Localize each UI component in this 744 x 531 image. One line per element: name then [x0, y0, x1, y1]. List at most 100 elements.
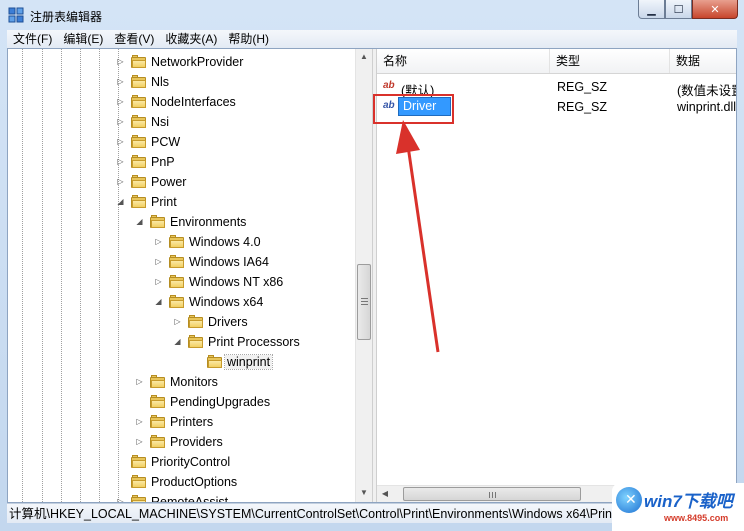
tree-item-label: Printers	[170, 415, 214, 429]
tree-item[interactable]: ▷ Monitors	[8, 372, 358, 392]
expanded-arrow-icon[interactable]: ◢	[173, 337, 182, 346]
expanded-arrow-icon[interactable]: ◢	[135, 217, 144, 226]
tree-item[interactable]: ▷ PnP	[8, 152, 358, 172]
collapsed-arrow-icon[interactable]: ▷	[173, 317, 182, 326]
folder-icon	[169, 295, 184, 308]
tree-item-label: NetworkProvider	[151, 55, 244, 69]
scroll-left-arrow-icon[interactable]: ◀	[377, 486, 393, 502]
tree-item[interactable]: ▷ Nls	[8, 72, 358, 92]
scroll-down-arrow-icon[interactable]: ▼	[356, 485, 372, 501]
tree-item-label: ProductOptions	[151, 475, 238, 489]
maximize-button[interactable]: ☐	[665, 0, 692, 19]
tree-item[interactable]: ◢ Print	[8, 192, 358, 212]
folder-icon	[150, 435, 165, 448]
tree-item-label: Nsi	[151, 115, 170, 129]
tree-item[interactable]: ▷ RemoteAssist	[8, 492, 358, 502]
folder-icon	[131, 55, 146, 68]
collapsed-arrow-icon[interactable]: ▷	[154, 257, 163, 266]
collapsed-arrow-icon[interactable]: ▷	[116, 177, 125, 186]
collapsed-arrow-icon[interactable]: ▷	[116, 77, 125, 86]
tree-item[interactable]: ▷ Windows IA64	[8, 252, 358, 272]
window-controls: ▁ ☐ ✕	[638, 0, 738, 20]
folder-icon	[131, 495, 146, 502]
collapsed-arrow-icon[interactable]: ▷	[116, 57, 125, 66]
minimize-button[interactable]: ▁	[638, 0, 665, 19]
watermark-logo-icon: ✕	[616, 487, 642, 513]
folder-icon	[131, 75, 146, 88]
menu-edit[interactable]: 编辑(E)	[57, 30, 108, 48]
list-header: 名称 类型 数据	[377, 49, 736, 74]
scroll-grip	[361, 301, 368, 302]
tree-item[interactable]: ◢ Windows x64	[8, 292, 358, 312]
folder-icon	[150, 395, 165, 408]
expanded-arrow-icon[interactable]: ◢	[116, 197, 125, 206]
window-title: 注册表编辑器	[30, 10, 103, 24]
column-header-data[interactable]: 数据	[670, 49, 736, 73]
tree-item[interactable]: ◢ Environments	[8, 212, 358, 232]
tree-item[interactable]: PriorityControl	[8, 452, 358, 472]
folder-icon	[169, 235, 184, 248]
client-area: ▷ NetworkProvider ▷ Nls ▷ NodeInterfaces ▷ Nsi ▷…	[7, 48, 737, 503]
tree-item[interactable]: ▷ Windows 4.0	[8, 232, 358, 252]
close-icon: ✕	[710, 3, 720, 16]
scroll-grip	[489, 492, 490, 498]
column-header-type[interactable]: 类型	[550, 49, 670, 73]
scroll-grip	[361, 298, 368, 299]
column-header-name[interactable]: 名称	[377, 49, 550, 73]
tree-item[interactable]: ▷ NodeInterfaces	[8, 92, 358, 112]
list-scroll-thumb[interactable]	[403, 487, 581, 501]
menu-view[interactable]: 查看(V)	[108, 30, 159, 48]
tree-item-label: Print	[151, 195, 177, 209]
collapsed-arrow-icon[interactable]: ▷	[116, 137, 125, 146]
registry-key-tree[interactable]: ▷ NetworkProvider ▷ Nls ▷ NodeInterfaces ▷ Nsi ▷…	[8, 49, 372, 502]
menu-bar: 文件(F) 编辑(E) 查看(V) 收藏夹(A) 帮助(H)	[7, 30, 737, 48]
folder-icon	[131, 455, 146, 468]
collapsed-arrow-icon[interactable]: ▷	[135, 437, 144, 446]
close-button[interactable]: ✕	[692, 0, 738, 19]
registry-editor-app-icon	[8, 7, 24, 23]
scroll-grip	[495, 492, 496, 498]
tree-item[interactable]: ▷ Power	[8, 172, 358, 192]
tree-item[interactable]: PendingUpgrades	[8, 392, 358, 412]
site-watermark: ✕ win7下载吧 www.8495.com	[612, 483, 744, 531]
scroll-up-arrow-icon[interactable]: ▲	[356, 49, 372, 65]
tree-item[interactable]: ▷ Printers	[8, 412, 358, 432]
collapsed-arrow-icon[interactable]: ▷	[116, 157, 125, 166]
tree-item[interactable]: ◢ Print Processors	[8, 332, 358, 352]
collapsed-arrow-icon[interactable]: ▷	[154, 237, 163, 246]
tree-item[interactable]: ▷ Providers	[8, 432, 358, 452]
collapsed-arrow-icon[interactable]: ▷	[135, 417, 144, 426]
collapsed-arrow-icon[interactable]: ▷	[116, 117, 125, 126]
title-bar[interactable]: 注册表编辑器 ▁ ☐ ✕	[0, 0, 744, 30]
tree-item[interactable]: ▷ Windows NT x86	[8, 272, 358, 292]
folder-icon	[188, 335, 203, 348]
tree-item-label: Print Processors	[208, 335, 300, 349]
tree-item[interactable]: ▷ NetworkProvider	[8, 52, 358, 72]
tree-item[interactable]: ▷ PCW	[8, 132, 358, 152]
tree-item-label: winprint	[223, 354, 274, 370]
menu-file[interactable]: 文件(F)	[7, 30, 57, 48]
value-type: REG_SZ	[557, 80, 608, 94]
collapsed-arrow-icon[interactable]: ▷	[135, 377, 144, 386]
menu-help[interactable]: 帮助(H)	[222, 30, 274, 48]
tree-item-label: PendingUpgrades	[170, 395, 271, 409]
tree-item[interactable]: ▷ Drivers	[8, 312, 358, 332]
folder-icon	[131, 95, 146, 108]
tree-vertical-scrollbar[interactable]: ▲ ▼	[355, 49, 372, 502]
collapsed-arrow-icon[interactable]: ▷	[116, 97, 125, 106]
tree-scroll-thumb[interactable]	[357, 264, 371, 340]
collapsed-arrow-icon[interactable]: ▷	[154, 277, 163, 286]
menu-favorites[interactable]: 收藏夹(A)	[159, 30, 222, 48]
tree-item-label: Monitors	[170, 375, 218, 389]
folder-icon	[131, 155, 146, 168]
folder-icon	[131, 175, 146, 188]
value-type: REG_SZ	[557, 100, 608, 114]
tree-item-label: Windows 4.0	[189, 235, 261, 249]
tree-item-label: Windows IA64	[189, 255, 269, 269]
scroll-grip	[361, 304, 368, 305]
expanded-arrow-icon[interactable]: ◢	[154, 297, 163, 306]
tree-item[interactable]: ProductOptions	[8, 472, 358, 492]
tree-item[interactable]: ▷ Nsi	[8, 112, 358, 132]
collapsed-arrow-icon[interactable]: ▷	[116, 497, 125, 502]
tree-item[interactable]: winprint	[8, 352, 358, 372]
